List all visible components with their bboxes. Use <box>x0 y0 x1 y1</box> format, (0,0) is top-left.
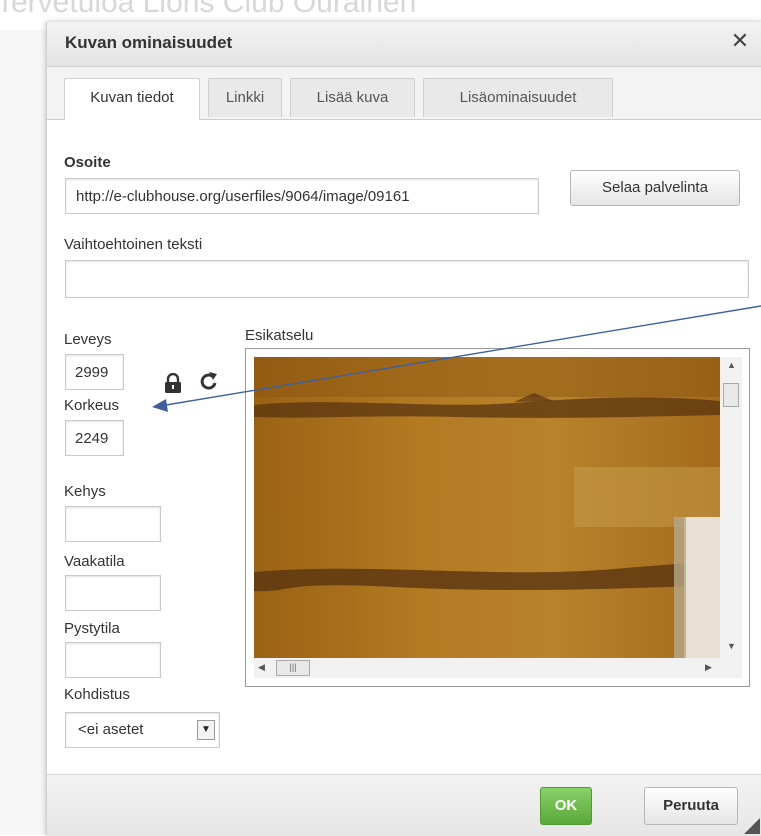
preview-label: Esikatselu <box>245 327 314 344</box>
tab-advanced[interactable]: Lisäominaisuudet <box>423 78 613 117</box>
preview-image <box>254 357 720 658</box>
border-input[interactable] <box>65 506 161 542</box>
vspace-label: Pystytila <box>64 620 120 637</box>
hspace-input[interactable] <box>65 575 161 611</box>
align-label: Kohdistus <box>64 686 130 703</box>
preview-photo <box>254 357 720 658</box>
width-input[interactable] <box>65 354 124 390</box>
dialog-title: Kuvan ominaisuudet <box>65 33 233 52</box>
preview-vertical-scrollbar[interactable]: ▲ ▼ <box>720 357 742 658</box>
vspace-input[interactable] <box>65 642 161 678</box>
hspace-label: Vaakatila <box>64 553 125 570</box>
alt-text-label: Vaihtoehtoinen teksti <box>64 236 203 253</box>
cancel-button[interactable]: Peruuta <box>644 787 738 825</box>
image-properties-dialog: Kuvan ominaisuudet ✕ Kuvan tiedot Linkki… <box>46 22 761 836</box>
height-input[interactable] <box>65 420 124 456</box>
browse-server-button[interactable]: Selaa palvelinta <box>570 170 740 206</box>
tab-upload[interactable]: Lisää kuva <box>290 78 415 117</box>
dialog-titlebar[interactable]: Kuvan ominaisuudet ✕ <box>47 22 761 67</box>
scroll-right-icon[interactable]: ▶ <box>705 662 712 673</box>
scroll-thumb-horizontal[interactable]: ||| <box>276 660 310 676</box>
preview-horizontal-scrollbar[interactable]: ◀ ||| ▶ <box>254 658 720 678</box>
dialog-footer: OK Peruuta <box>47 774 761 836</box>
scroll-thumb-vertical[interactable] <box>723 383 739 407</box>
align-select[interactable]: <ei asetet ▼ <box>65 712 220 748</box>
tab-image-info[interactable]: Kuvan tiedot <box>64 78 200 120</box>
height-label: Korkeus <box>64 397 120 414</box>
scroll-corner <box>720 658 742 678</box>
chevron-down-icon[interactable]: ▼ <box>197 720 215 740</box>
background-page <box>0 30 46 835</box>
tab-bar: Kuvan tiedot Linkki Lisää kuva Lisäomina… <box>47 67 761 120</box>
scroll-left-icon[interactable]: ◀ <box>258 662 265 673</box>
scroll-up-icon[interactable]: ▲ <box>727 360 736 370</box>
tab-link[interactable]: Linkki <box>208 78 282 117</box>
border-label: Kehys <box>64 483 106 500</box>
reset-size-icon[interactable] <box>199 371 219 393</box>
url-label: Osoite <box>64 154 111 171</box>
width-label: Leveys <box>64 331 112 348</box>
background-site-title: Tervetuloa Lions Club Ouralnen <box>0 0 417 19</box>
ok-button[interactable]: OK <box>540 787 592 825</box>
resize-grip-icon[interactable] <box>742 816 760 834</box>
alt-text-input[interactable] <box>65 260 749 298</box>
preview-box: ▲ ▼ ◀ ||| ▶ <box>245 348 750 687</box>
url-input[interactable] <box>65 178 539 214</box>
lock-icon[interactable] <box>164 373 182 393</box>
close-icon[interactable]: ✕ <box>726 27 754 55</box>
scroll-down-icon[interactable]: ▼ <box>727 641 736 651</box>
align-select-value: <ei asetet <box>78 721 144 738</box>
